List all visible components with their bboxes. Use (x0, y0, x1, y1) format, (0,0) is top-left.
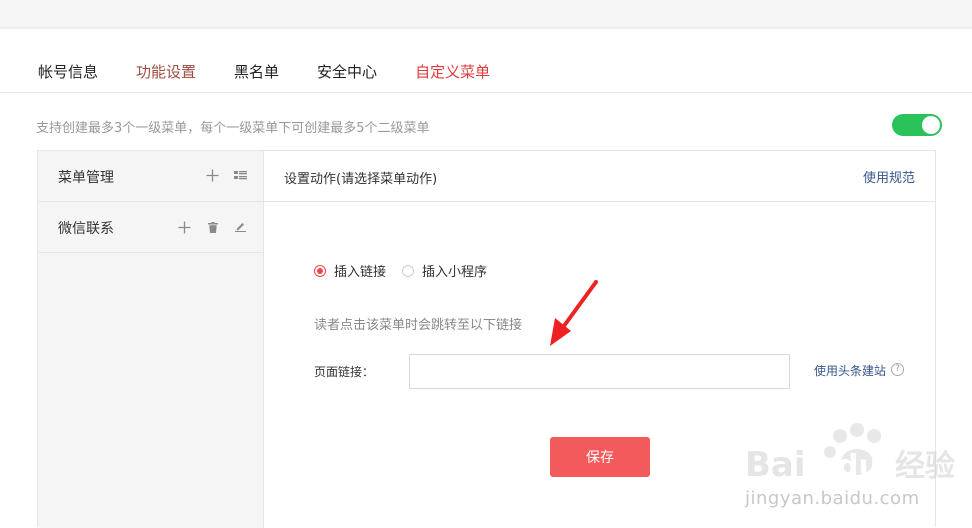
top-bar-shadow (0, 27, 972, 30)
menu-manage-label: 菜单管理 (58, 170, 114, 186)
red-arrow-annotation (550, 280, 598, 346)
tab-blacklist[interactable]: 黑名单 (234, 61, 279, 82)
tabs-divider (0, 92, 972, 93)
tab-feature-settings[interactable]: 功能设置 (136, 61, 196, 82)
sort-list-icon[interactable] (234, 170, 247, 181)
top-bar (0, 0, 972, 27)
watermark-url: jingyan.baidu.com (745, 488, 920, 509)
menu-sidebar: 菜单管理 微信联系 (38, 151, 264, 528)
baidu-watermark-logo: Bai du 经验 (745, 423, 955, 485)
tab-bar: 帐号信息 功能设置 黑名单 安全中心 自定义菜单 (38, 60, 528, 82)
add-submenu-icon[interactable] (178, 221, 191, 234)
action-title: 设置动作(请选择菜单动作) (284, 172, 438, 187)
custom-menu-toggle[interactable] (892, 114, 942, 136)
delete-icon[interactable] (208, 222, 218, 233)
help-icon[interactable]: ? (891, 363, 904, 376)
tab-account-info[interactable]: 帐号信息 (38, 61, 98, 82)
redirect-hint: 读者点击该菜单时会跳转至以下链接 (314, 318, 523, 333)
tab-custom-menu[interactable]: 自定义菜单 (415, 61, 490, 82)
tab-security-center[interactable]: 安全中心 (317, 61, 377, 82)
save-button[interactable]: 保存 (550, 437, 650, 477)
radio-insert-link[interactable]: 插入链接 (314, 261, 386, 280)
edit-icon[interactable] (235, 221, 246, 232)
radio-insert-miniprogram-label: 插入小程序 (422, 265, 488, 280)
menu-item-label: 微信联系 (58, 221, 114, 237)
radio-checked-icon (314, 264, 326, 277)
radio-insert-link-label: 插入链接 (334, 265, 387, 280)
page-url-input[interactable] (409, 354, 790, 389)
add-icon[interactable] (206, 169, 219, 182)
action-header: 设置动作(请选择菜单动作) 使用规范 (264, 151, 935, 202)
action-type-radio-group: 插入链接 插入小程序 (314, 261, 503, 280)
svg-text:Bai: Bai (745, 445, 806, 485)
menu-manage-row: 菜单管理 (38, 151, 263, 202)
svg-text:经验: 经验 (895, 449, 955, 484)
radio-unchecked-icon (402, 264, 415, 277)
usage-spec-link[interactable]: 使用规范 (863, 167, 915, 186)
toggle-knob (922, 116, 940, 134)
svg-text:du: du (837, 449, 880, 484)
menu-limit-hint: 支持创建最多3个一级菜单，每个一级菜单下可创建最多5个二级菜单 (36, 121, 430, 136)
toutiao-site-link[interactable]: 使用头条建站 (814, 362, 886, 379)
page-url-label: 页面链接： (314, 365, 375, 379)
menu-item-row[interactable]: 微信联系 (38, 202, 263, 253)
radio-insert-miniprogram[interactable]: 插入小程序 (402, 261, 487, 280)
